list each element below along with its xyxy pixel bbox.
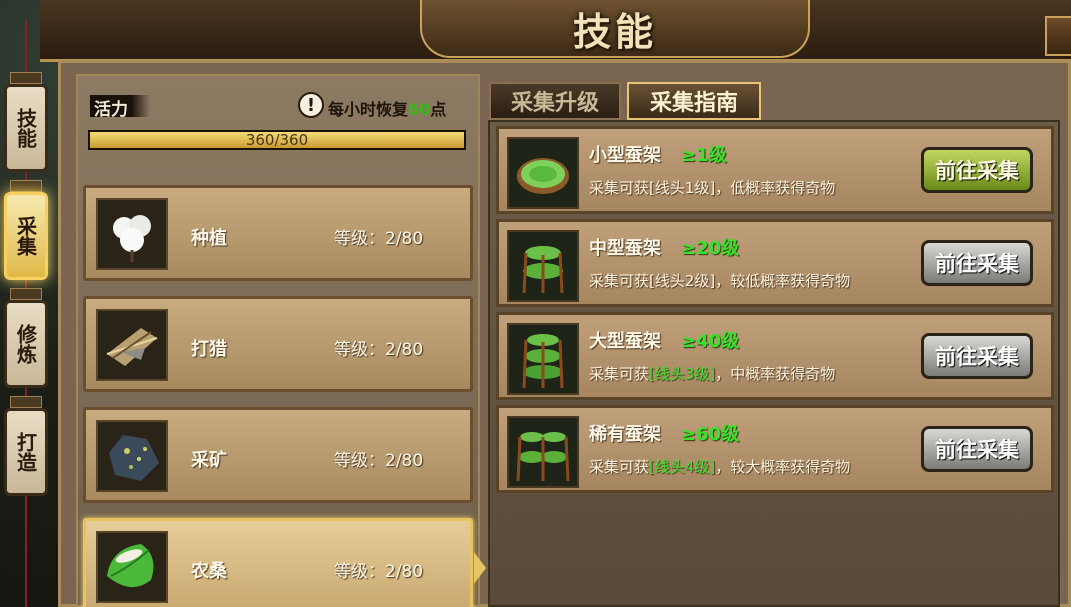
skill-name: 打猎 [191, 339, 227, 360]
recover-prefix: 每小时恢复 [328, 100, 409, 119]
nav-cap [10, 180, 42, 192]
rack-level-requirement: ≥40级 [681, 331, 740, 352]
skill-level: 等级：2/80 [334, 229, 424, 249]
title-plate: 技能 [420, 0, 810, 58]
desc-highlight: [线头3级] [649, 365, 716, 383]
cotton-icon [96, 198, 168, 270]
rack-description: 采集可获[线头4级]，较大概率获得奇物 [589, 456, 850, 477]
skill-name: 种植 [191, 228, 227, 249]
recover-text: 每小时恢复60点 [328, 96, 446, 120]
tab-gather-upgrade[interactable]: 采集升级 [489, 82, 621, 120]
rack-description: 采集可获[线头2级]，较低概率获得奇物 [589, 270, 850, 291]
hunting-icon [96, 309, 168, 381]
vitality-label: 活力 [90, 95, 150, 120]
go-gather-button[interactable]: 前往采集 [921, 426, 1033, 472]
rack-name: 稀有蚕架 [589, 424, 661, 445]
desc-text: 采集可获 [589, 365, 650, 383]
skill-card-mining[interactable]: 采矿 等级：2/80 [83, 407, 473, 503]
go-gather-button[interactable]: 前往采集 [921, 147, 1033, 193]
rack-name: 中型蚕架 [589, 238, 661, 259]
skill-card-hunting[interactable]: 打猎 等级：2/80 [83, 296, 473, 392]
go-gather-button[interactable]: 前往采集 [921, 333, 1033, 379]
guide-row-large-rack: 大型蚕架 ≥40级 采集可获[线头3级]，中概率获得奇物 前往采集 [496, 312, 1054, 400]
nav-cap [10, 396, 42, 408]
skill-level: 等级：2/80 [334, 562, 424, 582]
rack-level-requirement: ≥20级 [681, 238, 740, 259]
go-gather-button[interactable]: 前往采集 [921, 240, 1033, 286]
skill-level: 等级：2/80 [334, 340, 424, 360]
recover-amount: 60 [408, 100, 431, 119]
rack-description: 采集可获[线头1级]，低概率获得奇物 [589, 177, 835, 198]
rare-silkworm-rack-icon [507, 416, 579, 488]
selected-arrow [474, 552, 486, 584]
skill-card-planting[interactable]: 种植 等级：2/80 [83, 185, 473, 281]
desc-highlight: [线头4级] [649, 458, 716, 476]
rack-description: 采集可获[线头3级]，中概率获得奇物 [589, 363, 835, 384]
nav-tab-skills[interactable]: 技能 [4, 84, 48, 172]
silkworm-leaf-icon [96, 531, 168, 603]
nav-cap [10, 288, 42, 300]
vitality-value: 360/360 [245, 131, 309, 149]
desc-text: 采集可获[线头1级]，低概率获得奇物 [589, 179, 836, 197]
nav-cap [10, 72, 42, 84]
rack-name: 小型蚕架 [589, 145, 661, 166]
vitality-bar: 360/360 [88, 130, 466, 150]
desc-text-end: ，中概率获得奇物 [715, 365, 836, 383]
nav-tab-gather[interactable]: 采集 [4, 192, 48, 280]
tab-gather-guide[interactable]: 采集指南 [627, 82, 761, 120]
desc-text: 采集可获 [589, 458, 650, 476]
skill-level: 等级：2/80 [334, 451, 424, 471]
small-silkworm-rack-icon [507, 137, 579, 209]
rack-level-requirement: ≥60级 [681, 424, 740, 445]
desc-text-end: ，较大概率获得奇物 [715, 458, 851, 476]
skill-name: 采矿 [191, 450, 227, 471]
guide-row-rare-rack: 稀有蚕架 ≥60级 采集可获[线头4级]，较大概率获得奇物 前往采集 [496, 405, 1054, 493]
exclamation-icon: ! [298, 92, 324, 118]
desc-text: 采集可获[线头2级]，较低概率获得奇物 [589, 272, 851, 290]
nav-tab-cultivate[interactable]: 修炼 [4, 300, 48, 388]
rack-name: 大型蚕架 [589, 331, 661, 352]
close-button[interactable] [1045, 16, 1071, 56]
window-title: 技能 [572, 8, 657, 54]
ore-icon [96, 420, 168, 492]
guide-row-small-rack: 小型蚕架 ≥1级 采集可获[线头1级]，低概率获得奇物 前往采集 [496, 126, 1054, 214]
large-silkworm-rack-icon [507, 323, 579, 395]
skill-name: 农桑 [191, 561, 227, 582]
guide-row-medium-rack: 中型蚕架 ≥20级 采集可获[线头2级]，较低概率获得奇物 前往采集 [496, 219, 1054, 307]
title-bar: 技能 [40, 0, 1071, 62]
skill-card-sericulture[interactable]: 农桑 等级：2/80 [83, 518, 473, 607]
nav-tab-forge[interactable]: 打造 [4, 408, 48, 496]
rack-level-requirement: ≥1级 [681, 145, 727, 166]
medium-silkworm-rack-icon [507, 230, 579, 302]
side-nav: 技能 采集 修炼 打造 [0, 20, 52, 607]
recover-suffix: 点 [430, 100, 447, 119]
